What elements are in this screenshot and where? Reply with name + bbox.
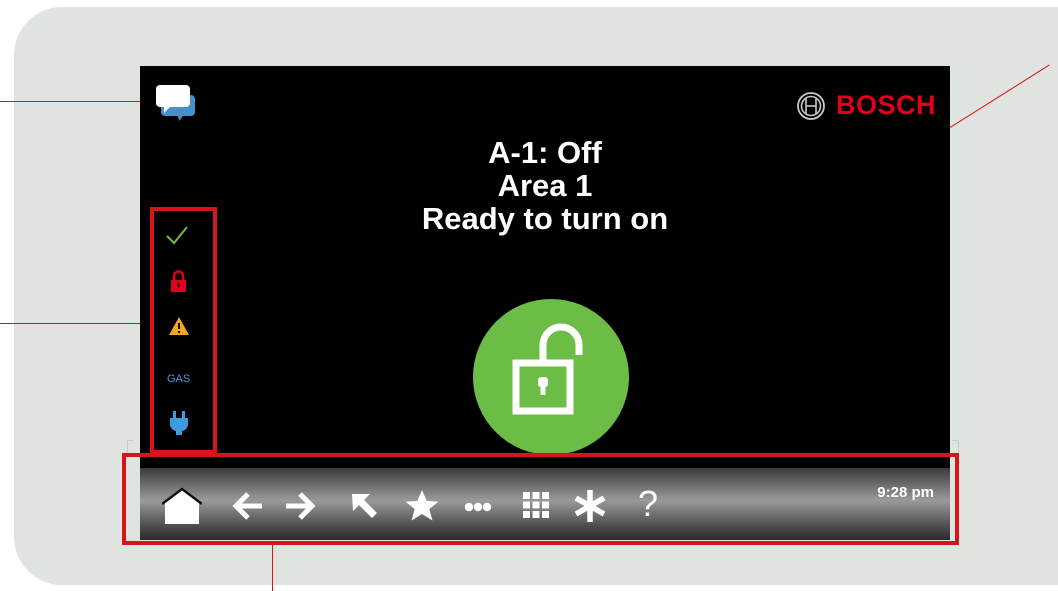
arm-toggle-button[interactable] [473,299,629,455]
bottom-bar-highlight [122,453,959,545]
bosch-logo: BOSCH [796,90,936,121]
unlocked-padlock-icon [512,323,583,415]
area-name: Area 1 [497,168,593,203]
area-readiness: Ready to turn on [421,201,669,236]
bottom-bar-bracket-left [127,440,134,453]
bottom-bar-bracket-right [952,440,959,453]
area-state: A-1: Off [488,135,602,170]
area-status: A-1: Off Area 1 Ready to turn on [140,136,950,235]
status-icons-highlight [150,207,217,454]
callout-line-status-icons [0,323,156,324]
callout-line-bottom-bar [272,543,273,591]
bosch-armature-icon [797,91,825,120]
brand-name: BOSCH [835,90,936,120]
messages-icon[interactable] [155,83,197,123]
